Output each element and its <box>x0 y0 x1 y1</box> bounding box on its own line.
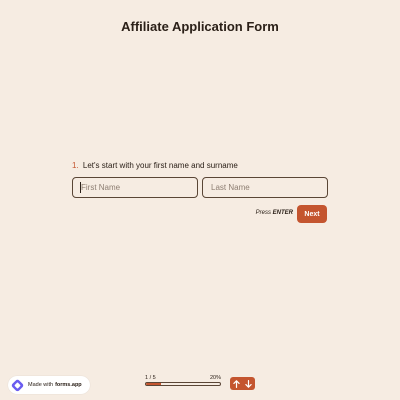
brand-name: forms.app <box>55 382 82 388</box>
last-name-input[interactable] <box>202 177 328 198</box>
previous-question-button[interactable] <box>230 377 243 390</box>
progress-fill <box>146 383 161 385</box>
text-cursor <box>80 182 81 193</box>
progress-percent: 20% <box>209 375 221 381</box>
arrow-up-icon <box>233 379 240 388</box>
press-enter-hint: Press ENTER <box>255 210 293 216</box>
question-label: 1. Let's start with your first name and … <box>72 161 238 170</box>
made-with-label: Made with <box>28 382 54 388</box>
question-nav <box>230 377 255 390</box>
forms-app-logo-icon <box>11 379 24 391</box>
question-text: Let's start with your first name and sur… <box>82 161 238 170</box>
enter-key-label: ENTER <box>272 210 293 216</box>
progress-bar <box>145 382 221 386</box>
arrow-down-icon <box>245 379 252 388</box>
press-label: Press <box>255 210 271 216</box>
form-title: Affiliate Application Form <box>121 19 279 34</box>
question-number: 1. <box>72 161 79 170</box>
next-question-button[interactable] <box>243 377 256 390</box>
first-name-input[interactable] <box>72 177 198 198</box>
made-with-badge[interactable]: Made with forms.app <box>8 376 90 394</box>
next-button[interactable]: Next <box>297 205 327 223</box>
progress-count: 1 / 5 <box>145 375 156 381</box>
